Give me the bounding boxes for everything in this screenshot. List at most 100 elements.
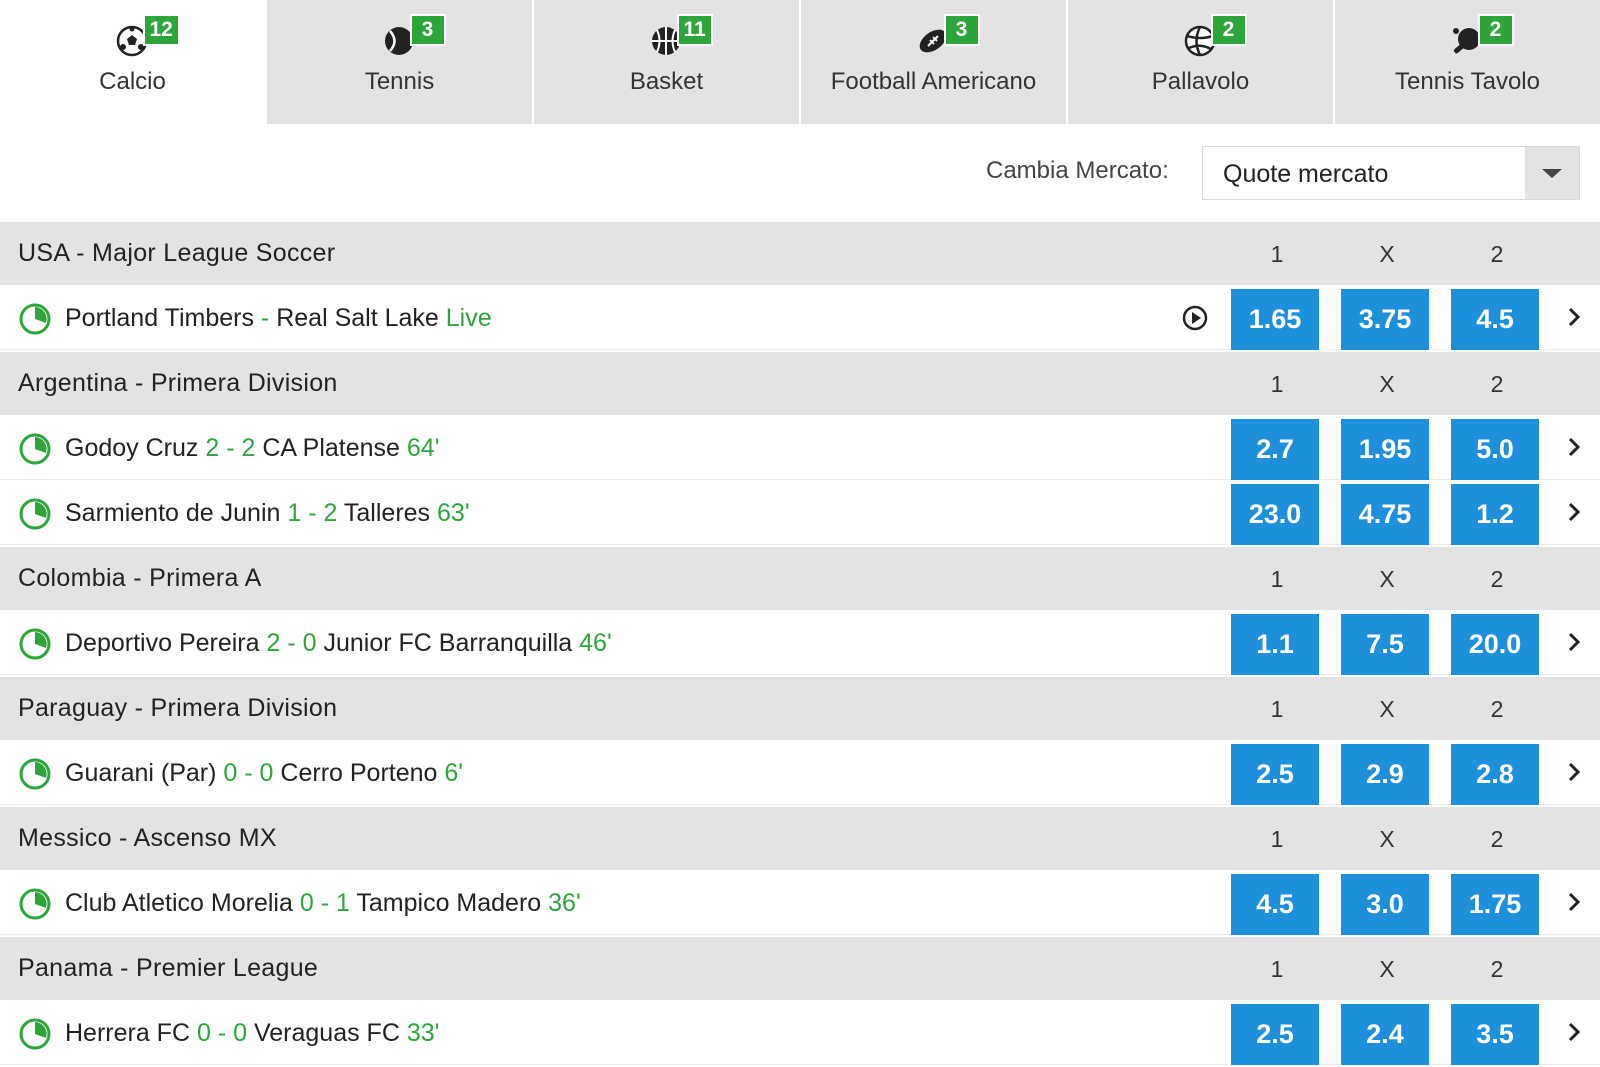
match-teams: Deportivo Pereira 2 - 0 Junior FC Barran… <box>65 629 612 658</box>
odds-button-away[interactable]: 4.5 <box>1451 289 1539 350</box>
tab-football-americano[interactable]: 3 Football Americano <box>801 0 1066 124</box>
odds-header-away: 2 <box>1490 696 1504 722</box>
odds-button-away[interactable]: 1.75 <box>1451 874 1539 935</box>
match-minute: 64' <box>406 434 440 462</box>
caret-down-icon <box>1542 169 1562 178</box>
tab-tennis-tavolo[interactable]: 2 Tennis Tavolo <box>1335 0 1600 124</box>
odds-button-away[interactable]: 2.8 <box>1451 744 1539 805</box>
match-minute: 6' <box>444 759 464 787</box>
tab-label: Basket <box>629 68 704 95</box>
chevron-right-icon[interactable] <box>1562 302 1586 332</box>
odds-button-draw[interactable]: 7.5 <box>1341 614 1429 675</box>
event-count-badge: 2 <box>1477 14 1514 46</box>
score-separator: - <box>217 1019 227 1047</box>
away-team: Tampico Madero <box>356 889 542 917</box>
match-row[interactable]: Guarani (Par) 0 - 0 Cerro Porteno 6' 2.5… <box>0 742 1600 805</box>
odds-button-draw[interactable]: 3.0 <box>1341 874 1429 935</box>
home-team: Portland Timbers <box>65 304 254 332</box>
home-team: Guarani (Par) <box>65 759 217 787</box>
odds-button-away[interactable]: 20.0 <box>1451 614 1539 675</box>
match-minute: 63' <box>437 499 470 527</box>
market-select[interactable]: Quote mercato <box>1202 146 1580 200</box>
odds-header-home: 1 <box>1270 956 1284 982</box>
dropdown-toggle[interactable] <box>1525 147 1579 199</box>
league-header: Argentina - Primera Division 1 X 2 <box>0 352 1600 415</box>
odds-header-away: 2 <box>1490 956 1504 982</box>
odds-header-draw: X <box>1379 371 1395 397</box>
odds-button-home[interactable]: 2.5 <box>1231 1004 1319 1065</box>
score-separator: - <box>244 759 253 787</box>
home-team: Club Atletico Morelia <box>65 889 293 917</box>
odds-header-away: 2 <box>1490 241 1504 267</box>
home-team: Herrera FC <box>65 1019 191 1047</box>
match-teams: Sarmiento de Junin 1 - 2 Talleres 63' <box>65 499 470 528</box>
odds-header-away: 2 <box>1490 826 1504 852</box>
league-name: Colombia - Primera A <box>18 564 262 592</box>
league-name: Panama - Premier League <box>18 954 319 982</box>
team-separator: - <box>260 304 270 332</box>
match-row[interactable]: Portland Timbers - Real Salt Lake Live 1… <box>0 287 1600 350</box>
live-clock-icon <box>18 887 52 921</box>
odds-header-draw: X <box>1379 241 1395 267</box>
tab-pallavolo[interactable]: 2 Pallavolo <box>1068 0 1333 124</box>
chevron-right-icon[interactable] <box>1562 757 1586 787</box>
live-clock-icon <box>18 432 52 466</box>
score-separator: - <box>320 889 330 917</box>
match-minute: 33' <box>406 1019 440 1047</box>
away-score: 1 <box>335 889 350 917</box>
odds-header-home: 1 <box>1270 696 1284 722</box>
league-name: Argentina - Primera Division <box>18 369 338 397</box>
match-teams: Herrera FC 0 - 0 Veraguas FC 33' <box>65 1019 439 1048</box>
odds-header-draw: X <box>1379 696 1395 722</box>
odds-button-home[interactable]: 1.1 <box>1231 614 1319 675</box>
tab-tennis[interactable]: 3 Tennis <box>267 0 532 124</box>
away-team: Talleres <box>343 499 431 527</box>
home-score: 1 <box>287 499 302 527</box>
odds-button-draw[interactable]: 4.75 <box>1341 484 1429 545</box>
odds-button-home[interactable]: 2.5 <box>1231 744 1319 805</box>
chevron-right-icon[interactable] <box>1562 432 1586 462</box>
odds-button-home[interactable]: 4.5 <box>1231 874 1319 935</box>
odds-button-away[interactable]: 1.2 <box>1451 484 1539 545</box>
league-header: Messico - Ascenso MX 1 X 2 <box>0 807 1600 870</box>
odds-button-away[interactable]: 5.0 <box>1451 419 1539 480</box>
match-row[interactable]: Godoy Cruz 2 - 2 CA Platense 64' 2.7 1.9… <box>0 417 1600 480</box>
odds-header-away: 2 <box>1490 371 1504 397</box>
league-header: Paraguay - Primera Division 1 X 2 <box>0 677 1600 740</box>
score-separator: - <box>287 629 296 657</box>
live-stream-icon[interactable] <box>1181 304 1209 332</box>
chevron-right-icon[interactable] <box>1562 887 1586 917</box>
league-name: Paraguay - Primera Division <box>18 694 338 722</box>
chevron-right-icon[interactable] <box>1562 627 1586 657</box>
odds-button-home[interactable]: 2.7 <box>1231 419 1319 480</box>
tab-label: Calcio <box>99 68 166 95</box>
match-row[interactable]: Deportivo Pereira 2 - 0 Junior FC Barran… <box>0 612 1600 675</box>
league-name: USA - Major League Soccer <box>18 239 336 267</box>
match-teams: Godoy Cruz 2 - 2 CA Platense 64' <box>65 434 439 463</box>
odds-button-home[interactable]: 23.0 <box>1231 484 1319 545</box>
tab-label: Tennis Tavolo <box>1395 68 1540 95</box>
home-score: 0 <box>299 889 314 917</box>
sports-tabs: 12 Calcio 3 Tennis 11 Basket 3 Football … <box>0 0 1600 124</box>
odds-button-home[interactable]: 1.65 <box>1231 289 1319 350</box>
match-row[interactable]: Herrera FC 0 - 0 Veraguas FC 33' 2.5 2.4… <box>0 1002 1600 1065</box>
away-score: 0 <box>302 629 317 657</box>
live-clock-icon <box>18 757 52 791</box>
odds-button-draw[interactable]: 1.95 <box>1341 419 1429 480</box>
live-status: Live <box>445 304 492 332</box>
match-row[interactable]: Sarmiento de Junin 1 - 2 Talleres 63' 23… <box>0 482 1600 545</box>
odds-button-draw[interactable]: 2.4 <box>1341 1004 1429 1065</box>
match-row[interactable]: Club Atletico Morelia 0 - 1 Tampico Made… <box>0 872 1600 935</box>
tab-calcio[interactable]: 12 Calcio <box>0 0 265 124</box>
odds-button-draw[interactable]: 2.9 <box>1341 744 1429 805</box>
chevron-right-icon[interactable] <box>1562 1017 1586 1047</box>
chevron-right-icon[interactable] <box>1562 497 1586 527</box>
market-selected-value: Quote mercato <box>1223 160 1389 188</box>
league-header: Colombia - Primera A 1 X 2 <box>0 547 1600 610</box>
away-team: CA Platense <box>262 434 400 462</box>
odds-button-away[interactable]: 3.5 <box>1451 1004 1539 1065</box>
match-teams: Guarani (Par) 0 - 0 Cerro Porteno 6' <box>65 759 463 788</box>
tab-basket[interactable]: 11 Basket <box>534 0 799 124</box>
event-count-badge: 12 <box>142 14 180 46</box>
odds-button-draw[interactable]: 3.75 <box>1341 289 1429 350</box>
